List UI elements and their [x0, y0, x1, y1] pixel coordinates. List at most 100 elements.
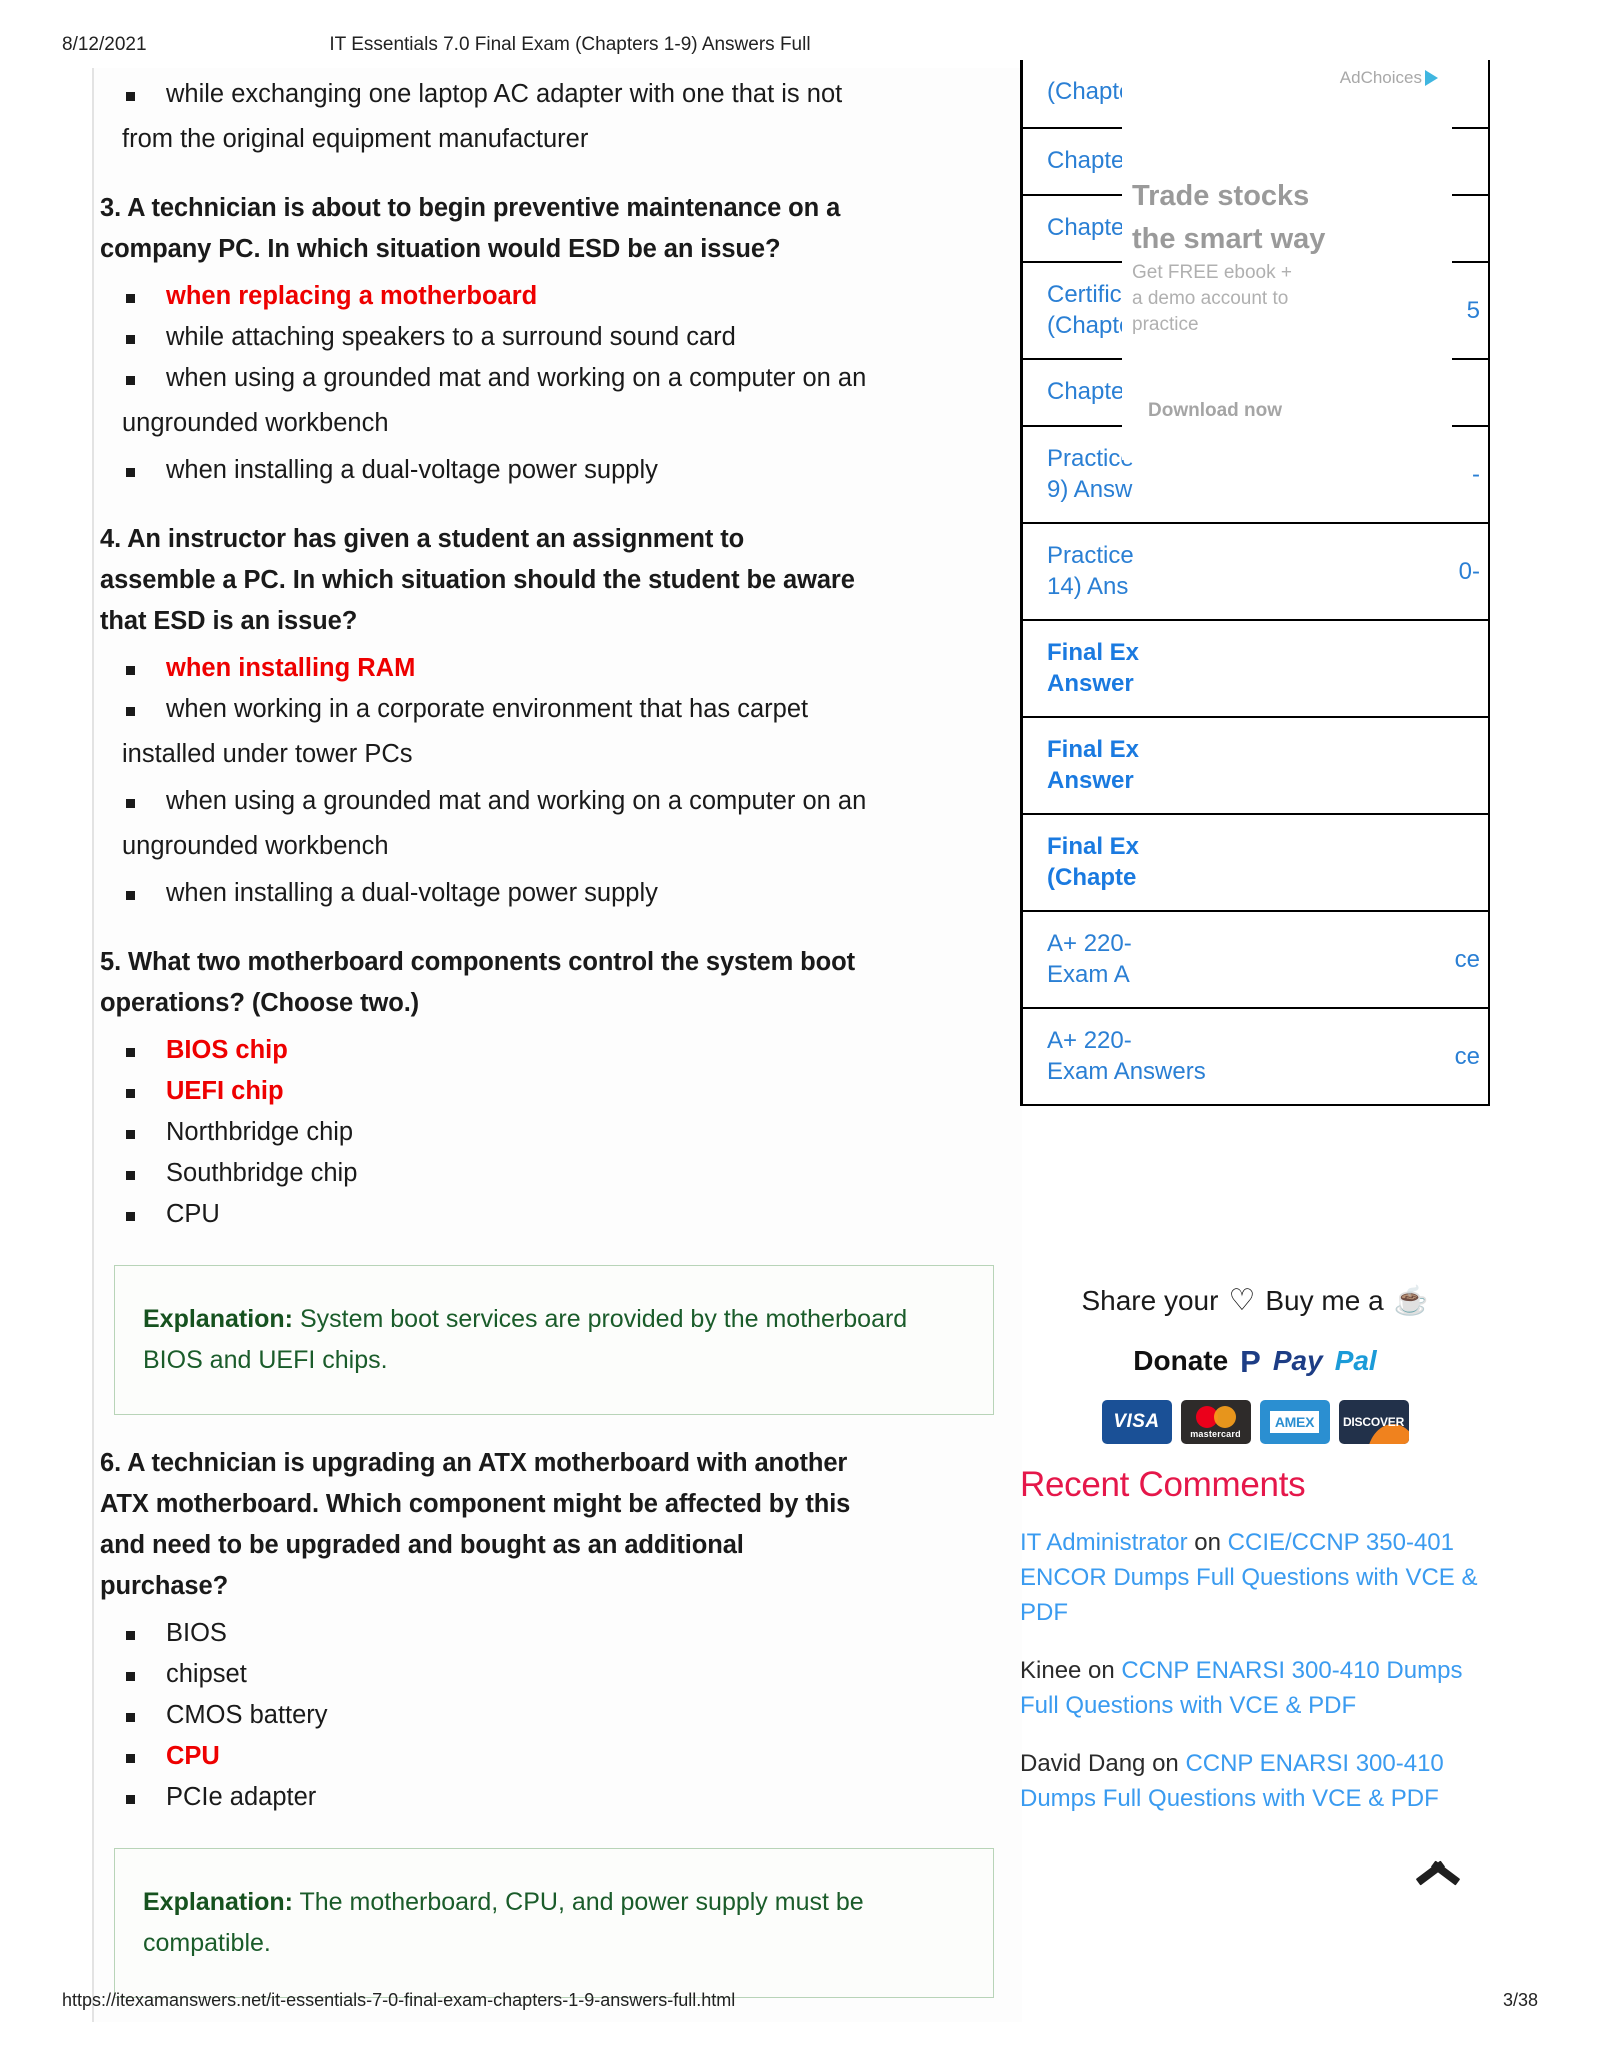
list-item: David Dang on CCNP ENARSI 300-410 Dumps … [1020, 1746, 1490, 1816]
discover-card-icon: DISCOVER [1339, 1400, 1409, 1444]
explanation-box-q5: Explanation: System boot services are pr… [114, 1265, 994, 1415]
explanation-label: Explanation: [143, 1888, 293, 1916]
question-3-heading: 3. A technician is about to begin preven… [100, 188, 1022, 270]
question-3-heading-line1: 3. A technician is about to begin preven… [100, 188, 1022, 229]
paypal-wordmark-pay: Pay [1273, 1345, 1323, 1377]
question-3-heading-line2: company PC. In which situation would ESD… [100, 229, 1022, 270]
answer-option-correct: when installing RAM [100, 648, 1022, 689]
question-6-heading: 6. A technician is upgrading an ATX moth… [100, 1443, 1022, 1607]
related-link-tail: ce [1455, 1043, 1480, 1071]
related-link-line2[interactable]: Answer [1023, 760, 1488, 813]
recent-comments-list: IT Administrator on CCIE/CCNP 350-401 EN… [1020, 1525, 1490, 1839]
adchoices-triangle-icon [1425, 70, 1438, 86]
adchoices-badge[interactable]: AdChoices [1340, 68, 1438, 88]
answer-list-q4-cont: when using a grounded mat and working on… [100, 781, 1022, 822]
ad-subtext-line1: Get FREE ebook + [1132, 260, 1352, 286]
print-footer-url: https://itexamanswers.net/it-essentials-… [62, 1990, 735, 2011]
list-item: Kinee on CCNP ENARSI 300-410 Dumps Full … [1020, 1653, 1490, 1723]
related-link-tail: 0- [1459, 558, 1480, 586]
answer-option: when using a grounded mat and working on… [100, 358, 1022, 399]
answer-list-carryover: while exchanging one laptop AC adapter w… [100, 74, 1022, 115]
answer-option: when installing a dual-voltage power sup… [100, 450, 1022, 491]
mastercard-circles-icon [1196, 1406, 1236, 1428]
question-4-heading-line1: 4. An instructor has given a student an … [100, 519, 1022, 560]
heart-icon[interactable]: ♡ [1228, 1286, 1255, 1316]
answer-option-correct: BIOS chip [100, 1030, 1022, 1071]
ad-subtext: Get FREE ebook + a demo account to pract… [1132, 260, 1352, 338]
advertisement-overlay[interactable]: AdChoices Trade stocks the smart way Get… [1122, 60, 1452, 460]
scroll-to-top-button[interactable] [1416, 1850, 1460, 1894]
comment-author: Kinee [1020, 1657, 1081, 1684]
visa-label: VISA [1113, 1411, 1159, 1433]
coffee-cup-icon[interactable]: ☕ [1394, 1287, 1429, 1315]
mastercard-card-icon: mastercard [1181, 1400, 1251, 1444]
mastercard-label: mastercard [1190, 1429, 1241, 1439]
answer-option: when working in a corporate environment … [100, 689, 1022, 730]
printed-page: 8/12/2021 IT Essentials 7.0 Final Exam (… [0, 0, 1600, 2070]
amex-card-icon: AMEX [1260, 1400, 1330, 1444]
table-row[interactable]: Final Ex Answer [1023, 716, 1488, 813]
amex-label: AMEX [1270, 1411, 1319, 1433]
print-footer: https://itexamanswers.net/it-essentials-… [0, 1990, 1600, 2020]
share-row: Share your ♡ Buy me a ☕ [1020, 1285, 1490, 1317]
comment-on-word: on [1145, 1750, 1185, 1777]
answer-option: when using a grounded mat and working on… [100, 781, 1022, 822]
comment-author: David Dang [1020, 1750, 1145, 1777]
chevron-up-icon [1416, 1850, 1460, 1894]
answer-option: when installing a dual-voltage power sup… [100, 873, 1022, 914]
recent-comments-heading: Recent Comments [1020, 1465, 1305, 1505]
related-link-tail: 5 [1467, 297, 1480, 325]
explanation-box-q6: Explanation: The motherboard, CPU, and p… [114, 1848, 994, 1998]
question-4-heading-line3: that ESD is an issue? [100, 601, 1022, 642]
paypal-logo-icon: P [1240, 1346, 1261, 1377]
related-link-line2[interactable]: Answer [1023, 663, 1488, 716]
answer-option-correct: CPU [100, 1736, 1022, 1777]
ad-headline-line1: Trade stocks [1132, 175, 1442, 218]
visa-card-icon: VISA [1102, 1400, 1172, 1444]
answer-option: BIOS [100, 1613, 1022, 1654]
table-row[interactable]: A+ 220- Exam Answers ce [1023, 1007, 1488, 1104]
share-label: Share your [1081, 1285, 1218, 1317]
article-column: while exchanging one laptop AC adapter w… [92, 68, 1022, 2022]
question-5-heading-line2: operations? (Choose two.) [100, 983, 1022, 1024]
answer-option: while exchanging one laptop AC adapter w… [100, 74, 1022, 115]
answer-list-q3-cont: when installing a dual-voltage power sup… [100, 450, 1022, 491]
answer-list-q4: when installing RAM when working in a co… [100, 648, 1022, 730]
adchoices-label: AdChoices [1340, 68, 1422, 88]
donate-label: Donate [1133, 1345, 1228, 1377]
answer-option: PCIe adapter [100, 1777, 1022, 1818]
buy-me-a-coffee-label: Buy me a [1265, 1285, 1383, 1317]
list-item: IT Administrator on CCIE/CCNP 350-401 EN… [1020, 1525, 1490, 1630]
answer-option: chipset [100, 1654, 1022, 1695]
ad-headline-line2: the smart way [1132, 218, 1442, 261]
answer-list-q4-cont2: when installing a dual-voltage power sup… [100, 873, 1022, 914]
print-page-title: IT Essentials 7.0 Final Exam (Chapters 1… [0, 34, 1600, 56]
accepted-cards-row: VISA mastercard AMEX DISCOVER [1020, 1400, 1490, 1444]
question-6-heading-line2: ATX motherboard. Which component might b… [100, 1484, 1022, 1525]
answer-option: Southbridge chip [100, 1153, 1022, 1194]
table-row[interactable]: Practice 14) Ans 0- [1023, 522, 1488, 619]
table-row[interactable]: A+ 220- Exam A ce [1023, 910, 1488, 1007]
comment-on-word: on [1081, 1657, 1121, 1684]
related-link-line2[interactable]: 14) Ans [1023, 566, 1488, 619]
answer-option: Northbridge chip [100, 1112, 1022, 1153]
ad-subtext-line2: a demo account to [1132, 286, 1352, 312]
answer-option-correct: when replacing a motherboard [100, 276, 1022, 317]
question-6-heading-line4: purchase? [100, 1566, 1022, 1607]
related-link-line2[interactable]: (Chapte [1023, 857, 1488, 910]
answer-option-wrap: ungrounded workbench [100, 826, 1022, 867]
related-link-line2[interactable]: Exam A [1023, 954, 1488, 1007]
answer-list-q6: BIOS chipset CMOS battery CPU PCIe adapt… [100, 1613, 1022, 1818]
ad-headline: Trade stocks the smart way [1132, 175, 1442, 261]
related-link-line2[interactable]: 9) Answ [1023, 469, 1488, 522]
table-row[interactable]: Final Ex Answer [1023, 619, 1488, 716]
related-link-tail: ce [1455, 946, 1480, 974]
donate-paypal-button[interactable]: Donate P Pay Pal [1020, 1345, 1490, 1377]
related-link-line2[interactable]: Exam Answers [1023, 1051, 1488, 1104]
related-link-tail: - [1472, 461, 1480, 489]
table-row[interactable]: Final Ex (Chapte [1023, 813, 1488, 910]
ad-download-now-button[interactable]: Download now [1148, 400, 1282, 422]
answer-option: CPU [100, 1194, 1022, 1235]
question-6-heading-line3: and need to be upgraded and bought as an… [100, 1525, 1022, 1566]
comment-author[interactable]: IT Administrator [1020, 1529, 1188, 1556]
